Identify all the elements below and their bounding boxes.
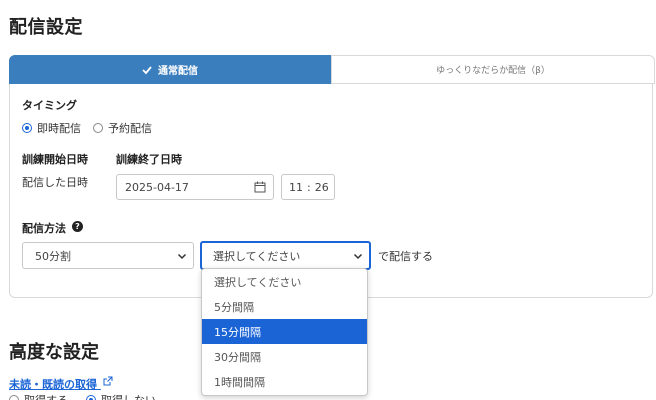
dropdown-option[interactable]: 30分間隔 xyxy=(202,344,367,369)
end-date-value: 2025-04-17 xyxy=(125,180,189,194)
read-status-link[interactable]: 未読・既読の取得 xyxy=(9,376,113,392)
delivery-method-label: 配信方法 xyxy=(22,222,66,235)
delivery-suffix: で配信する xyxy=(378,250,433,263)
end-hour: 11 xyxy=(289,180,303,194)
interval-select[interactable]: 選択してください xyxy=(200,241,371,270)
radio-read-no-fetch-label: 取得しない xyxy=(101,392,156,400)
training-start-label: 訓練開始日時 xyxy=(22,153,88,166)
radio-read-fetch[interactable] xyxy=(9,395,19,400)
tab-gradual-delivery[interactable]: ゆっくりなだらか配信（β） xyxy=(331,55,655,84)
page-title: 配信設定 xyxy=(9,17,83,38)
interval-dropdown-menu: 選択してください 5分間隔 15分間隔 30分間隔 1時間間隔 xyxy=(201,268,368,396)
dropdown-option[interactable]: 選択してください xyxy=(202,269,367,294)
check-icon xyxy=(142,65,152,74)
tab-normal-delivery[interactable]: 通常配信 xyxy=(9,55,331,84)
read-status-link-label: 未読・既読の取得 xyxy=(9,378,97,391)
tab-label: ゆっくりなだらか配信（β） xyxy=(436,66,550,76)
external-link-icon xyxy=(103,376,113,386)
split-select-value: 50分割 xyxy=(35,249,71,263)
dropdown-option[interactable]: 5分間隔 xyxy=(202,294,367,319)
end-time-input[interactable]: 11 : 26 xyxy=(281,174,335,200)
chevron-down-icon xyxy=(177,253,187,259)
radio-scheduled[interactable] xyxy=(93,123,103,133)
chevron-down-icon xyxy=(353,253,363,259)
training-end-label: 訓練終了日時 xyxy=(116,153,182,166)
help-icon[interactable]: ? xyxy=(72,221,83,232)
end-minute: 26 xyxy=(314,180,329,194)
tab-label: 通常配信 xyxy=(158,66,198,77)
advanced-settings-title: 高度な設定 xyxy=(9,342,99,363)
time-separator: : xyxy=(307,180,311,194)
training-start-value: 配信した日時 xyxy=(22,176,88,189)
dropdown-option[interactable]: 1時間間隔 xyxy=(202,369,367,394)
radio-immediate-label: 即時配信 xyxy=(37,122,81,135)
end-date-input[interactable]: 2025-04-17 xyxy=(116,174,274,200)
radio-immediate[interactable] xyxy=(22,123,32,133)
interval-select-value: 選択してください xyxy=(213,249,301,263)
timing-label: タイミング xyxy=(22,99,77,112)
radio-read-fetch-label: 取得する xyxy=(24,392,68,400)
dropdown-option-highlighted[interactable]: 15分間隔 xyxy=(202,319,367,344)
radio-read-no-fetch[interactable] xyxy=(86,395,96,400)
calendar-icon[interactable] xyxy=(254,181,266,193)
split-select[interactable]: 50分割 xyxy=(22,242,194,269)
radio-scheduled-label: 予約配信 xyxy=(108,122,152,135)
